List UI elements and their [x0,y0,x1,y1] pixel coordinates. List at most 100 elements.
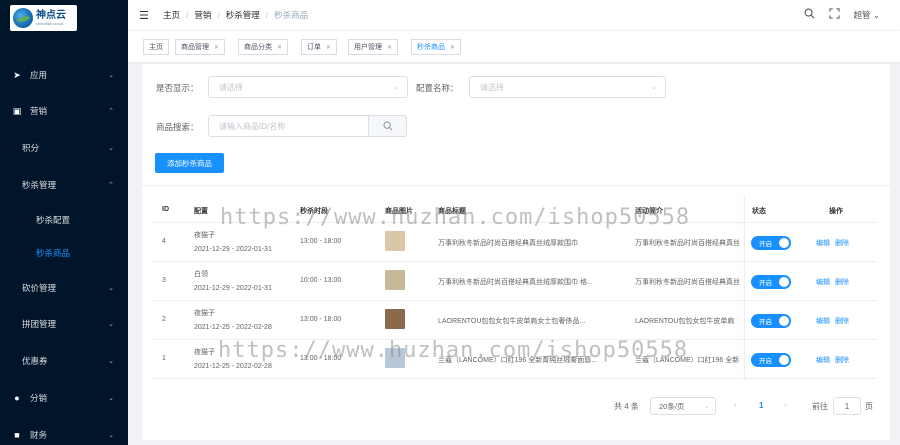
logo-name: 神点云 [36,10,66,21]
cell-title: LAORENTOU包包女包牛皮单肩女士包奢侈品... [438,318,586,325]
logo-subtext: shendian.cloud [36,21,63,26]
delete-link[interactable]: 删除 [835,316,849,326]
chevron-down-icon: ⌄ [108,72,114,79]
product-thumbnail[interactable] [385,231,405,251]
tag-user-management[interactable]: 用户管理 ✕ [348,39,399,55]
product-thumbnail[interactable] [385,270,405,290]
cell-config-dates: 2021-12-25 - 2022-02-28 [194,363,272,370]
cell-id: 4 [162,238,166,245]
page-size-select[interactable]: 20条/页 ⌄ [650,397,716,415]
status-switch[interactable]: 开启 [751,236,791,250]
edit-link[interactable]: 编辑 [816,277,830,287]
chevron-down-icon: ⌄ [108,145,114,152]
col-header-actions: 操作 [829,208,843,215]
delete-link[interactable]: 删除 [835,238,849,248]
tag-product-category[interactable]: 商品分类 ✕ [238,39,289,55]
chevron-down-icon: ⌄ [651,84,657,91]
fullscreen-icon[interactable] [828,8,840,22]
breadcrumb-home[interactable]: 主页 [163,9,180,21]
product-thumbnail[interactable] [385,309,405,329]
close-icon[interactable]: ✕ [277,44,282,51]
top-header: ☰ 主页 / 营销 / 秒杀管理 / 秒杀商品 超管 ⌄ [128,0,900,30]
sidebar-item-points[interactable]: 积分 ⌄ [0,137,128,159]
sidebar-item-seckill[interactable]: 秒杀管理 ⌃ [0,174,128,196]
delete-link[interactable]: 删除 [835,355,849,365]
cell-config-name: 白领 [194,271,208,278]
user-menu[interactable]: 超管 ⌄ [854,9,880,21]
chevron-up-icon: ⌃ [108,182,114,189]
cell-id: 3 [162,277,166,284]
edit-link[interactable]: 编辑 [816,316,830,326]
sidebar-item-seckill-config[interactable]: 秒杀配置 [0,209,128,231]
product-search-label: 商品搜索： [156,122,199,132]
prev-page-button[interactable]: ‹ [734,400,737,409]
next-page-button[interactable]: › [784,400,787,409]
add-seckill-product-button[interactable]: 添加秒杀商品 [155,153,224,173]
config-select[interactable]: 请选择 ⌄ [469,76,666,98]
send-icon: ➤ [13,69,21,80]
chevron-down-icon: ⌄ [393,84,399,91]
pagination-total: 共 4 条 [614,402,639,411]
cell-config-dates: 2021-12-25 - 2022-02-28 [194,324,272,331]
close-icon[interactable]: ✕ [450,44,455,51]
sidebar-item-apps[interactable]: ➤ 应用 ⌄ [0,64,128,86]
col-header-image: 商品图片 [385,208,413,215]
sidebar-item-seckill-products[interactable]: 秒杀商品 [0,242,128,264]
chevron-up-icon: ⌃ [108,108,114,115]
search-icon[interactable] [804,8,815,22]
status-switch[interactable]: 开启 [751,275,791,289]
tag-product-management[interactable]: 商品管理 ✕ [175,39,226,55]
col-header-id: ID [162,206,169,213]
sidebar-item-finance[interactable]: ■ 财务 ⌄ [0,424,128,445]
cell-time: 13:00 - 18:00 [300,355,342,362]
cell-config-name: 夜猫子 [194,349,215,356]
col-header-config: 配置 [194,208,208,215]
tag-seckill-products[interactable]: 秒杀商品 ✕ [411,39,462,55]
tags-view: 主页 商品管理 ✕ 商品分类 ✕ 订单 ✕ 用户管理 ✕ 秒杀商品 ✕ [128,30,900,62]
chevron-down-icon: ⌄ [108,285,114,292]
menu-toggle-icon[interactable]: ☰ [139,9,151,22]
edit-link[interactable]: 编辑 [816,355,830,365]
logo[interactable]: 神点云 shendian.cloud [10,5,77,31]
cell-config-dates: 2021-12-29 - 2022-01-31 [194,285,272,292]
breadcrumb-seckill: 秒杀管理 [225,10,260,20]
close-icon[interactable]: ✕ [387,44,392,51]
cell-time: 13:00 - 18:00 [300,238,342,245]
sidebar-item-bargain[interactable]: 砍价管理 ⌄ [0,277,128,299]
chevron-down-icon: ⌄ [703,403,709,410]
product-thumbnail[interactable] [385,348,405,368]
page-number-current[interactable]: 1 [759,401,763,410]
cell-intro: LAORENTOU包包女包牛皮单肩 [635,318,735,325]
goto-label: 前往 [812,402,828,411]
cell-intro: 万事利秋冬新品时尚百搭经典真丝 [635,240,740,247]
status-switch[interactable]: 开启 [751,353,791,367]
user-icon: ● [14,393,20,403]
goto-page-input[interactable]: 1 [833,397,861,415]
tag-home[interactable]: 主页 [143,39,169,55]
cell-config-dates: 2021-12-29 - 2022-01-31 [194,246,272,253]
sidebar-item-distribution[interactable]: ● 分销 ⌄ [0,387,128,409]
cell-intro: 兰蔻（LANCOME）口红196 全新 [635,357,740,364]
close-icon[interactable]: ✕ [326,44,331,51]
search-icon [383,121,393,131]
display-select[interactable]: 请选择 ⌄ [208,76,408,98]
edit-link[interactable]: 编辑 [816,238,830,248]
cell-id: 2 [162,316,166,323]
status-switch[interactable]: 开启 [751,314,791,328]
section-divider [142,185,890,186]
close-icon[interactable]: ✕ [214,44,219,51]
col-header-status: 状态 [752,208,766,215]
tag-orders[interactable]: 订单 ✕ [301,39,338,55]
sidebar-item-coupons[interactable]: 优惠券 ⌄ [0,350,128,372]
product-search-input[interactable]: 请输入商品ID/名称 [208,115,369,137]
search-button[interactable] [369,115,407,137]
col-header-title: 商品标题 [438,208,466,215]
chevron-down-icon: ⌄ [108,432,114,439]
sidebar-item-group-buy[interactable]: 拼团管理 ⌄ [0,313,128,335]
cell-time: 10:00 - 13:00 [300,277,342,284]
cell-title: 万事利秋冬新品时尚百搭经典真丝绒厚款围巾 [438,240,578,247]
wallet-icon: ■ [14,430,20,440]
delete-link[interactable]: 删除 [835,277,849,287]
sidebar-item-marketing[interactable]: ▣ 营销 ⌃ [0,100,128,122]
breadcrumb: 主页 / 营销 / 秒杀管理 / 秒杀商品 [163,9,309,21]
